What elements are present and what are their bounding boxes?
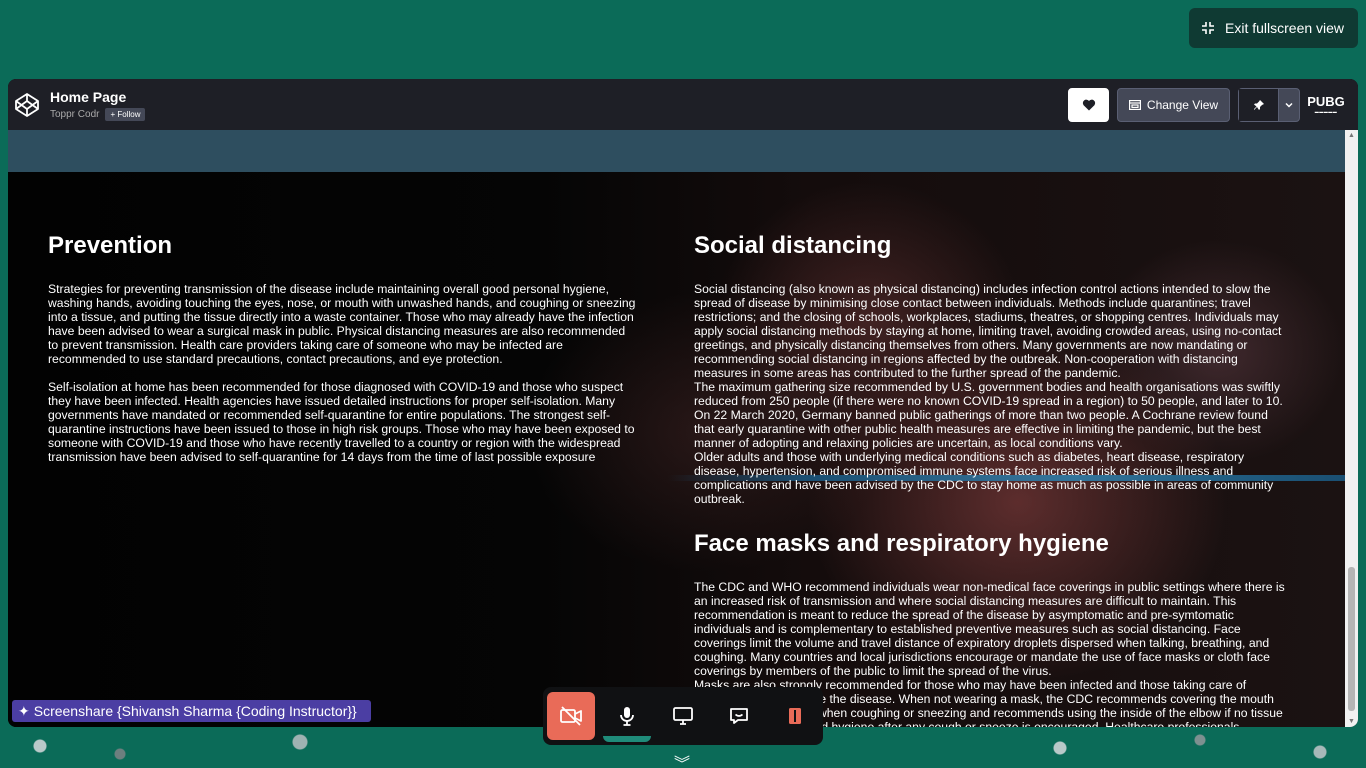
social-distancing-paragraph-1: Social distancing (also known as physica… <box>694 282 1282 380</box>
preview-top-band <box>8 130 1345 172</box>
user-avatar[interactable]: PUBG ▬▬▬▬▬ <box>1307 88 1345 122</box>
mic-toggle-button[interactable] <box>603 692 651 742</box>
pin-icon <box>1253 99 1264 110</box>
screenshare-text: Screenshare {Shivansh Sharma {Coding Ins… <box>33 703 357 719</box>
sparkle-icon: ✦ <box>18 702 30 719</box>
change-view-label: Change View <box>1146 97 1219 112</box>
exit-fullscreen-icon <box>1202 22 1214 34</box>
social-distancing-heading: Social distancing <box>694 232 892 259</box>
pubg-logo: PUBG <box>1307 94 1345 109</box>
social-distancing-section: Social distancing Social distancing (als… <box>694 232 1289 506</box>
preview-scrollbar[interactable]: ▲ ▼ <box>1345 130 1358 727</box>
meeting-controls <box>543 687 823 745</box>
pen-author[interactable]: Toppr Codr <box>50 109 99 120</box>
face-masks-heading: Face masks and respiratory hygiene <box>694 530 1109 557</box>
heart-icon <box>1082 99 1095 110</box>
social-distancing-paragraph-2: The maximum gathering size recommended b… <box>694 380 1283 450</box>
chat-icon <box>730 708 748 724</box>
screenshare-label: ✦ Screenshare {Shivansh Sharma {Coding I… <box>12 700 371 722</box>
prevention-heading: Prevention <box>48 232 173 259</box>
face-masks-paragraph-1: The CDC and WHO recommend individuals we… <box>694 580 1285 678</box>
codepen-logo-icon[interactable] <box>14 92 40 118</box>
prevention-section: Prevention Strategies for preventing tra… <box>48 232 638 478</box>
codepen-window: Home Page Toppr Codr + Follow Change Vie… <box>8 79 1358 727</box>
pubg-logo-sub: ▬▬▬▬▬ <box>1314 109 1338 114</box>
scroll-down-arrow[interactable]: ▼ <box>1348 718 1355 725</box>
collapse-controls-icon[interactable]: ︾ <box>674 750 690 768</box>
prevention-paragraph-1: Strategies for preventing transmission o… <box>48 282 636 366</box>
leave-icon <box>789 708 801 724</box>
codepen-header: Home Page Toppr Codr + Follow Change Vie… <box>8 79 1358 130</box>
pin-button[interactable] <box>1238 87 1300 122</box>
share-screen-button[interactable] <box>659 692 707 740</box>
scroll-up-arrow[interactable]: ▲ <box>1348 132 1355 139</box>
exit-fullscreen-label: Exit fullscreen view <box>1225 20 1345 36</box>
camera-off-icon <box>560 706 582 726</box>
preview-body: Prevention Strategies for preventing tra… <box>8 172 1345 727</box>
follow-button[interactable]: + Follow <box>105 107 146 121</box>
scrollbar-thumb[interactable] <box>1348 567 1355 711</box>
pen-info: Home Page Toppr Codr + Follow <box>50 88 146 121</box>
chat-button[interactable] <box>715 692 763 740</box>
social-distancing-paragraph-3: Older adults and those with underlying m… <box>694 450 1274 506</box>
like-button[interactable] <box>1068 87 1109 122</box>
screen-icon <box>673 707 693 725</box>
change-view-icon <box>1128 99 1141 110</box>
leave-call-button[interactable] <box>771 692 819 740</box>
chevron-down-icon <box>1285 102 1293 108</box>
change-view-button[interactable]: Change View <box>1117 87 1230 122</box>
mic-icon <box>620 707 634 726</box>
pen-preview: Prevention Strategies for preventing tra… <box>8 130 1345 727</box>
exit-fullscreen-button[interactable]: Exit fullscreen view <box>1189 8 1358 48</box>
pen-title: Home Page <box>50 88 127 105</box>
prevention-paragraph-2: Self-isolation at home has been recommen… <box>48 380 635 464</box>
camera-toggle-button[interactable] <box>547 692 595 740</box>
